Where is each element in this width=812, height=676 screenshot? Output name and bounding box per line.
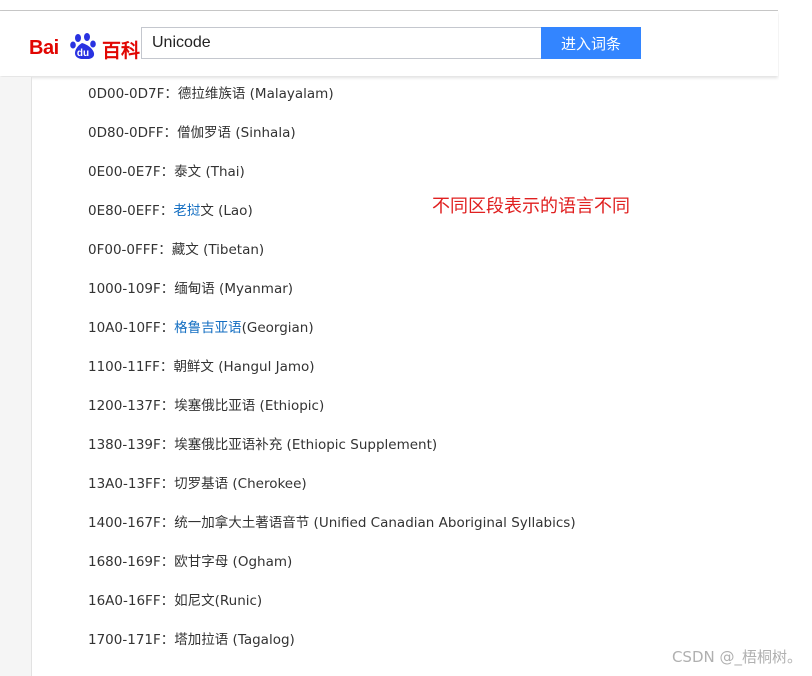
language-name: 朝鲜文 (Hangul Jamo): [173, 359, 315, 375]
range-code: 1400-167F：: [88, 515, 175, 531]
search-input[interactable]: [141, 27, 541, 59]
logo-baike-text: 百科: [102, 40, 141, 62]
range-code: 0D80-0DFF：: [88, 125, 178, 141]
range-code: 13A0-13FF：: [88, 476, 175, 492]
range-code: 1700-171F：: [88, 632, 175, 648]
range-code: 1680-169F：: [88, 554, 175, 570]
annotation-text: 不同区段表示的语言不同: [432, 196, 630, 217]
list-item: 1100-11FF：朝鲜文 (Hangul Jamo): [88, 357, 576, 396]
unicode-range-list: 0D00-0D7F：德拉维族语 (Malayalam) 0D80-0DFF：僧伽罗…: [88, 84, 576, 669]
right-margin: [779, 0, 812, 676]
language-name: (Georgian): [241, 320, 314, 336]
language-link[interactable]: 格鲁吉亚语: [174, 320, 242, 336]
language-name: 统一加拿大土著语音节 (Unified Canadian Aboriginal …: [174, 515, 576, 531]
language-link[interactable]: 老挝: [173, 203, 200, 219]
left-sidebar: [0, 77, 32, 676]
language-name: 欧甘字母 (Ogham): [174, 554, 293, 570]
language-name: 切罗基语 (Cherokee): [174, 476, 307, 492]
language-name: 藏文 (Tibetan): [171, 242, 265, 258]
list-item: 1200-137F：埃塞俄比亚语 (Ethiopic): [88, 396, 576, 435]
range-code: 1380-139F：: [88, 437, 175, 453]
list-item: 16A0-16FF：如尼文(Runic): [88, 591, 576, 630]
list-item: 1700-171F：塔加拉语 (Tagalog): [88, 630, 576, 669]
logo-du-text: du: [77, 48, 89, 59]
list-item: 1000-109F：缅甸语 (Myanmar): [88, 279, 576, 318]
range-code: 1200-137F：: [88, 398, 175, 414]
csdn-watermark: CSDN @_梧桐树。: [671, 648, 802, 666]
language-name: 埃塞俄比亚语 (Ethiopic): [174, 398, 325, 414]
logo-bai-text: Bai: [29, 37, 59, 59]
range-code: 0D00-0D7F：: [88, 86, 178, 102]
list-item: 1680-169F：欧甘字母 (Ogham): [88, 552, 576, 591]
list-item: 1400-167F：统一加拿大土著语音节 (Unified Canadian A…: [88, 513, 576, 552]
range-code: 16A0-16FF：: [88, 593, 175, 609]
list-item: 10A0-10FF：格鲁吉亚语(Georgian): [88, 318, 576, 357]
search-header: Bai du 百科 进入词条: [0, 11, 778, 76]
list-item: 0D00-0D7F：德拉维族语 (Malayalam): [88, 84, 576, 123]
enter-entry-button[interactable]: 进入词条: [541, 27, 641, 59]
list-item: 1380-139F：埃塞俄比亚语补充 (Ethiopic Supplement): [88, 435, 576, 474]
language-name: 德拉维族语 (Malayalam): [177, 86, 334, 102]
language-name: 缅甸语 (Myanmar): [174, 281, 294, 297]
language-name: 埃塞俄比亚语补充 (Ethiopic Supplement): [174, 437, 438, 453]
range-code: 0F00-0FFF：: [88, 242, 172, 258]
range-code: 0E80-0EFF：: [88, 203, 174, 219]
range-code: 1100-11FF：: [88, 359, 174, 375]
range-code: 1000-109F：: [88, 281, 175, 297]
range-code: 0E00-0E7F：: [88, 164, 175, 180]
language-name: 文 (Lao): [200, 203, 253, 219]
language-name: 泰文 (Thai): [174, 164, 245, 180]
list-item: 13A0-13FF：切罗基语 (Cherokee): [88, 474, 576, 513]
list-item: 0F00-0FFF：藏文 (Tibetan): [88, 240, 576, 279]
language-name: 僧伽罗语 (Sinhala): [177, 125, 296, 141]
language-name: 如尼文(Runic): [174, 593, 263, 609]
range-code: 10A0-10FF：: [88, 320, 175, 336]
language-name: 塔加拉语 (Tagalog): [174, 632, 295, 648]
list-item: 0D80-0DFF：僧伽罗语 (Sinhala): [88, 123, 576, 162]
paw-icon: du: [70, 33, 96, 59]
